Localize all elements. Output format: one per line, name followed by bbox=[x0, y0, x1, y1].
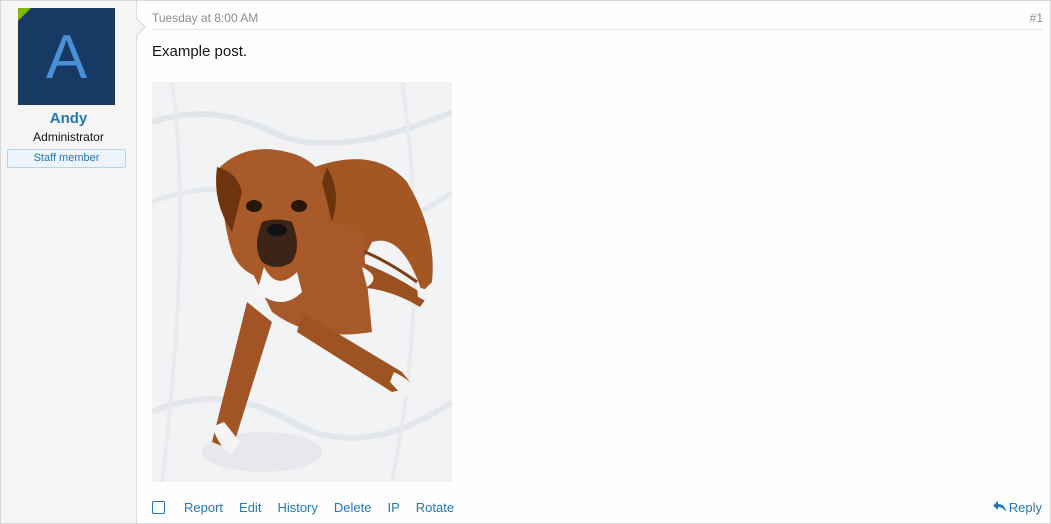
report-link[interactable]: Report bbox=[184, 500, 223, 515]
user-arrow bbox=[135, 18, 144, 36]
post-message: Example post. bbox=[152, 43, 248, 60]
user-title: Administrator bbox=[33, 130, 104, 144]
post-header: Tuesday at 8:00 AM #1 bbox=[152, 1, 1043, 30]
post-number-link[interactable]: #1 bbox=[1030, 11, 1043, 25]
ip-link[interactable]: IP bbox=[387, 500, 399, 515]
edit-link[interactable]: Edit bbox=[239, 500, 261, 515]
online-indicator-icon bbox=[18, 8, 31, 21]
message-post: A Andy Administrator Staff member Tuesda… bbox=[0, 0, 1051, 524]
reply-label: Reply bbox=[1008, 499, 1042, 515]
post-actions-bar: Report Edit History Delete IP Rotate bbox=[152, 498, 470, 516]
delete-link[interactable]: Delete bbox=[334, 500, 372, 515]
staff-badge: Staff member bbox=[7, 149, 126, 168]
post-date-link[interactable]: Tuesday at 8:00 AM bbox=[152, 11, 258, 25]
history-link[interactable]: History bbox=[277, 500, 317, 515]
user-avatar[interactable]: A bbox=[18, 8, 115, 105]
username-link[interactable]: Andy bbox=[1, 110, 136, 127]
select-post-checkbox[interactable] bbox=[152, 500, 165, 514]
message-user-column: A Andy Administrator Staff member bbox=[1, 1, 137, 523]
reply-button[interactable]: Reply bbox=[992, 498, 1042, 516]
avatar-letter: A bbox=[45, 23, 88, 92]
rotate-link[interactable]: Rotate bbox=[416, 500, 454, 515]
reply-icon bbox=[992, 500, 1006, 515]
dog-photo-attachment[interactable] bbox=[152, 82, 452, 482]
